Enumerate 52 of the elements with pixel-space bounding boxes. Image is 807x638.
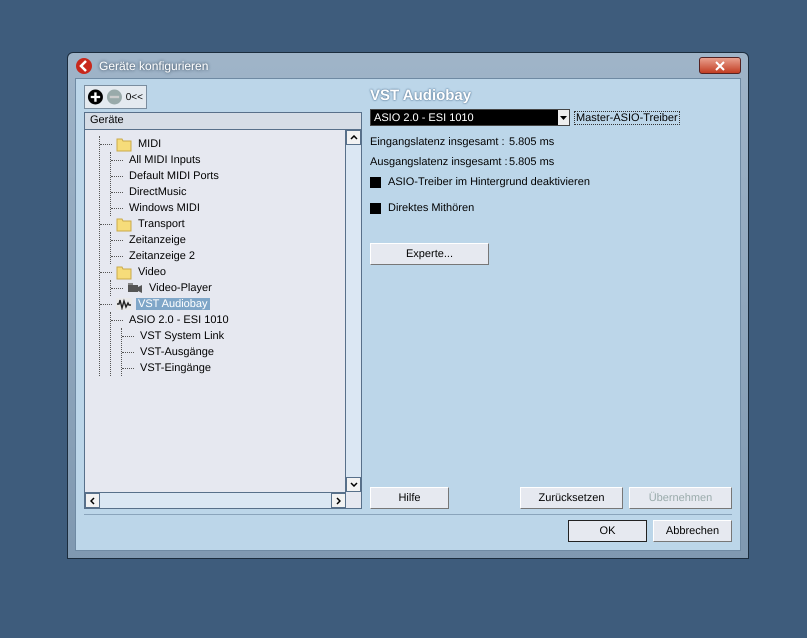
tree-item[interactable]: MIDI	[136, 138, 164, 150]
waveform-icon	[116, 298, 132, 310]
scroll-left-button[interactable]	[85, 493, 100, 508]
tree-item[interactable]: VST System Link	[138, 330, 226, 342]
app-logo-icon	[75, 56, 93, 74]
collapse-button[interactable]: 0<<	[124, 92, 144, 102]
scroll-down-button[interactable]	[346, 477, 361, 492]
tree-item[interactable]: Windows MIDI	[127, 202, 202, 214]
folder-icon	[116, 136, 132, 152]
driver-dropdown[interactable]: ASIO 2.0 - ESI 1010	[370, 109, 570, 126]
tree-item[interactable]: VST-Ausgänge	[138, 346, 216, 358]
chevron-right-icon	[336, 496, 341, 504]
dialog-button[interactable]: Hilfe	[370, 487, 449, 509]
latency-label: Eingangslatenz insgesamt :	[370, 136, 506, 148]
dropdown-arrow-icon	[560, 116, 567, 120]
folder-icon	[116, 216, 132, 232]
chevron-up-icon	[350, 135, 358, 140]
tree-item[interactable]: Zeitanzeige 2	[127, 250, 198, 262]
checkbox-label: Direktes Mithören	[388, 202, 474, 214]
panel-title: VST Audiobay	[370, 87, 472, 106]
latency-value: 5.805 ms	[509, 156, 554, 168]
camera-icon	[127, 282, 143, 294]
tree-item[interactable]: ASIO 2.0 - ESI 1010	[127, 314, 231, 326]
tree-item[interactable]: DirectMusic	[127, 186, 188, 198]
checkbox[interactable]	[370, 202, 381, 214]
scroll-up-button[interactable]	[346, 130, 361, 145]
latency-label: Ausgangslatenz insgesamt :	[370, 156, 509, 168]
window-title: Geräte konfigurieren	[99, 58, 208, 72]
tree-item[interactable]: Transport	[136, 218, 187, 230]
checkbox[interactable]	[370, 176, 381, 188]
tree-item[interactable]: Video-Player	[147, 282, 214, 294]
tree-item[interactable]: VST-Eingänge	[138, 362, 213, 374]
close-icon	[715, 60, 725, 70]
expert-button[interactable]: Experte...	[370, 243, 489, 265]
scroll-right-button[interactable]	[331, 493, 346, 508]
folder-icon	[116, 264, 132, 280]
dialog-button[interactable]: OK	[568, 520, 647, 542]
tree-item[interactable]: Zeitanzeige	[127, 234, 188, 246]
dialog-button[interactable]: Abbrechen	[653, 520, 732, 542]
column-header: Geräte	[85, 113, 361, 130]
chevron-down-icon	[350, 482, 358, 487]
tree-item[interactable]: All MIDI Inputs	[127, 154, 203, 166]
add-icon[interactable]	[87, 88, 104, 106]
chevron-left-icon	[90, 496, 95, 504]
checkbox-label: ASIO-Treiber im Hintergrund deaktivieren	[388, 176, 590, 188]
tree-item[interactable]: Video	[136, 266, 168, 278]
latency-value: 5.805 ms	[509, 136, 554, 148]
close-button[interactable]	[699, 57, 741, 74]
driver-label: Master-ASIO-Treiber	[574, 110, 680, 124]
dropdown-value: ASIO 2.0 - ESI 1010	[374, 112, 474, 124]
dialog-button[interactable]: Zurücksetzen	[520, 487, 623, 509]
tree-item[interactable]: Default MIDI Ports	[127, 170, 221, 182]
